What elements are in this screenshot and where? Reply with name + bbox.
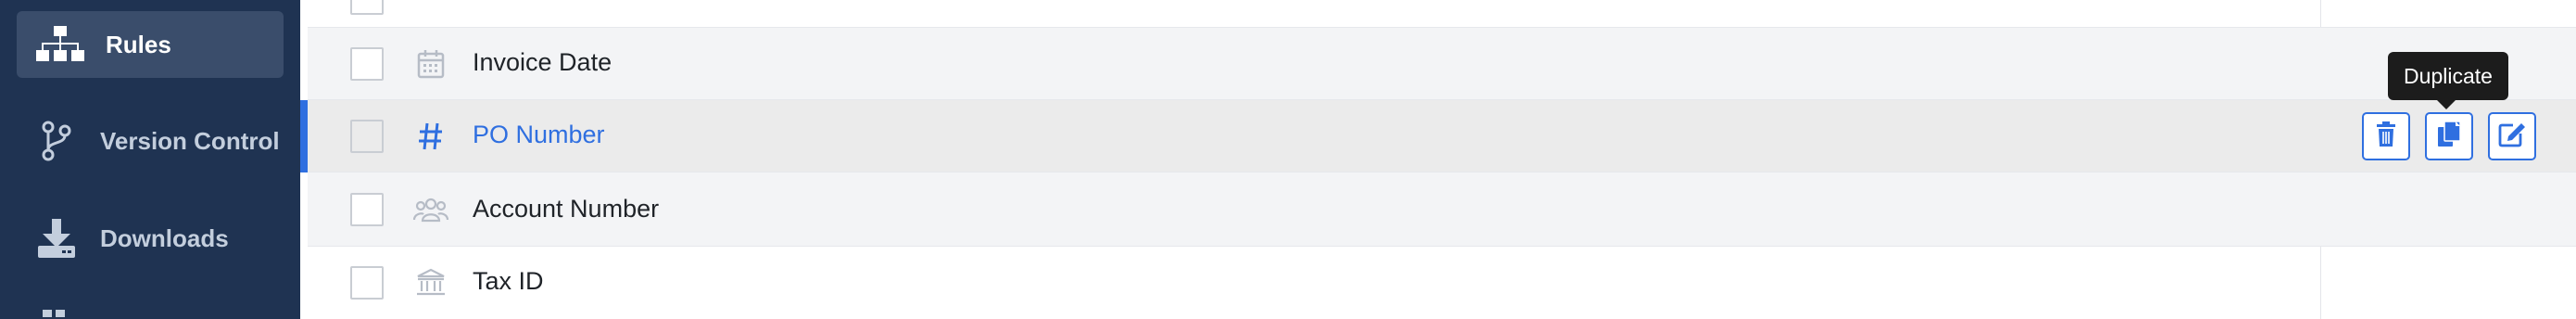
copy-icon	[2437, 120, 2461, 152]
table-row[interactable]: PO Number	[308, 100, 2576, 172]
field-name: Tax ID	[473, 267, 544, 295]
duplicate-button[interactable]	[2425, 112, 2473, 160]
download-icon	[30, 216, 83, 261]
app-window: Rules Version Control Downloads Invoice …	[0, 0, 2576, 319]
sidebar-item-rules[interactable]: Rules	[17, 11, 284, 78]
duplicate-tooltip: Duplicate	[2388, 52, 2508, 109]
sidebar-item-version-control[interactable]: Version Control	[17, 108, 284, 174]
sidebar-item-label: Version Control	[100, 126, 280, 155]
edit-icon	[2498, 121, 2526, 152]
trash-icon	[2375, 121, 2397, 152]
delete-button[interactable]	[2362, 112, 2410, 160]
table-row[interactable]	[308, 0, 2576, 28]
row-checkbox[interactable]	[350, 120, 384, 153]
row-checkbox[interactable]	[350, 47, 384, 81]
table-row[interactable]: Invoice Date	[308, 28, 2576, 100]
calendar-icon	[410, 45, 452, 83]
hash-icon	[410, 118, 452, 155]
row-checkbox[interactable]	[350, 266, 384, 300]
edit-button[interactable]	[2488, 112, 2536, 160]
bank-icon	[410, 264, 452, 301]
field-name: Invoice Date	[473, 48, 612, 76]
sidebar: Rules Version Control Downloads	[0, 0, 300, 319]
table-row[interactable]: Account Number	[308, 172, 2576, 247]
users-icon	[410, 191, 452, 228]
row-checkbox[interactable]	[350, 193, 384, 226]
field-name-link[interactable]: PO Number	[473, 121, 605, 149]
row-checkbox[interactable]	[350, 0, 384, 15]
sidebar-item-label: Rules	[106, 30, 171, 58]
sidebar-item-downloads[interactable]: Downloads	[17, 205, 284, 272]
sidebar-item-label: Downloads	[100, 223, 229, 252]
sitemap-icon	[33, 22, 87, 67]
table-row[interactable]: Tax ID	[308, 247, 2576, 319]
partial-nav-icon	[37, 306, 74, 319]
branch-icon	[30, 119, 83, 163]
field-name: Account Number	[473, 195, 660, 223]
active-row-indicator	[300, 100, 308, 172]
